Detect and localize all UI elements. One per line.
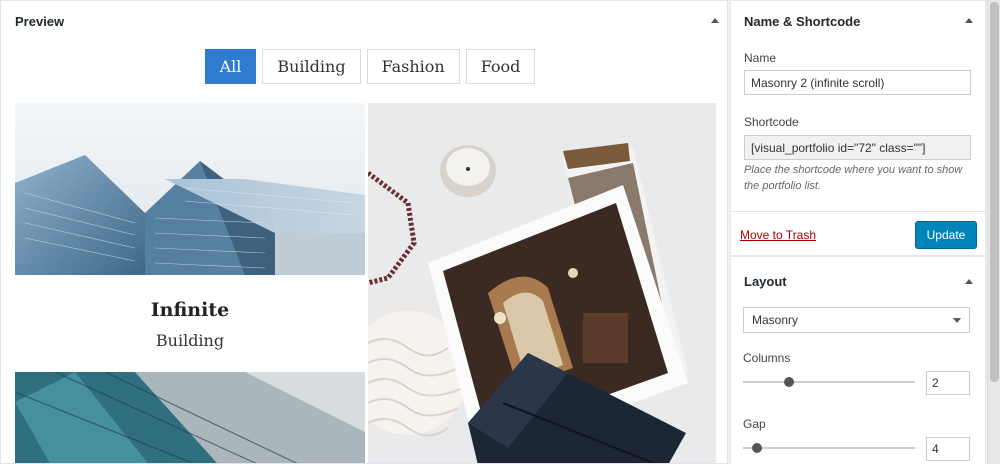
filter-fashion-button[interactable]: Fashion: [366, 49, 460, 84]
filter-all-button[interactable]: All: [204, 49, 257, 84]
building-image: [14, 371, 365, 463]
portfolio-column-right: [368, 103, 716, 464]
shortcode-hint: Place the shortcode where you want to sh…: [744, 164, 963, 192]
shortcode-label: Shortcode: [744, 115, 799, 129]
layout-title: Layout: [744, 274, 787, 289]
preview-header: Preview: [1, 1, 727, 41]
preview-title: Preview: [15, 14, 65, 29]
gap-input[interactable]: 4: [926, 437, 970, 461]
preview-panel: Preview All Building Fashion Food Infini…: [0, 0, 728, 464]
collapse-arrow-icon[interactable]: [711, 18, 719, 23]
page-scrollbar[interactable]: [987, 0, 1000, 464]
columns-label: Columns: [743, 351, 791, 365]
columns-input[interactable]: 2: [926, 371, 970, 395]
portfolio-item-title[interactable]: Infinite: [15, 280, 365, 321]
filter-food-button[interactable]: Food: [465, 49, 536, 84]
shortcode-field[interactable]: [visual_portfolio id="72" class=""]: [744, 135, 971, 160]
settings-sidebar: Name & Shortcode Name Masonry 2 (infinit…: [730, 0, 987, 464]
layout-select-value: Masonry: [752, 313, 799, 327]
name-shortcode-panel: Name & Shortcode Name Masonry 2 (infinit…: [730, 0, 987, 256]
gap-slider[interactable]: [743, 443, 915, 453]
portfolio-column-left: Infinite Building: [14, 103, 365, 463]
columns-slider-handle[interactable]: [784, 377, 794, 387]
building-image: [15, 103, 365, 275]
move-to-trash-link[interactable]: Move to Trash: [740, 228, 816, 242]
portfolio-item[interactable]: [14, 371, 365, 463]
chevron-down-icon: [953, 318, 961, 323]
scrollbar-thumb[interactable]: [990, 2, 999, 382]
collapse-arrow-icon[interactable]: [965, 18, 973, 23]
update-button[interactable]: Update: [915, 221, 977, 249]
portfolio-item-category[interactable]: Building: [15, 331, 365, 350]
gap-slider-handle[interactable]: [752, 443, 762, 453]
collapse-arrow-icon[interactable]: [965, 279, 973, 284]
fashion-image[interactable]: [368, 103, 716, 464]
name-label: Name: [744, 51, 777, 65]
portfolio-item-meta: Infinite Building: [15, 280, 365, 372]
columns-slider[interactable]: [743, 377, 915, 387]
filter-bar: All Building Fashion Food: [1, 49, 727, 84]
name-input[interactable]: Masonry 2 (infinite scroll): [744, 70, 971, 95]
filter-building-button[interactable]: Building: [262, 49, 361, 84]
layout-select[interactable]: Masonry: [743, 307, 970, 333]
gap-label: Gap: [743, 417, 766, 431]
divider: [731, 211, 987, 212]
name-shortcode-title: Name & Shortcode: [744, 14, 861, 29]
portfolio-item[interactable]: Infinite Building: [15, 103, 365, 372]
